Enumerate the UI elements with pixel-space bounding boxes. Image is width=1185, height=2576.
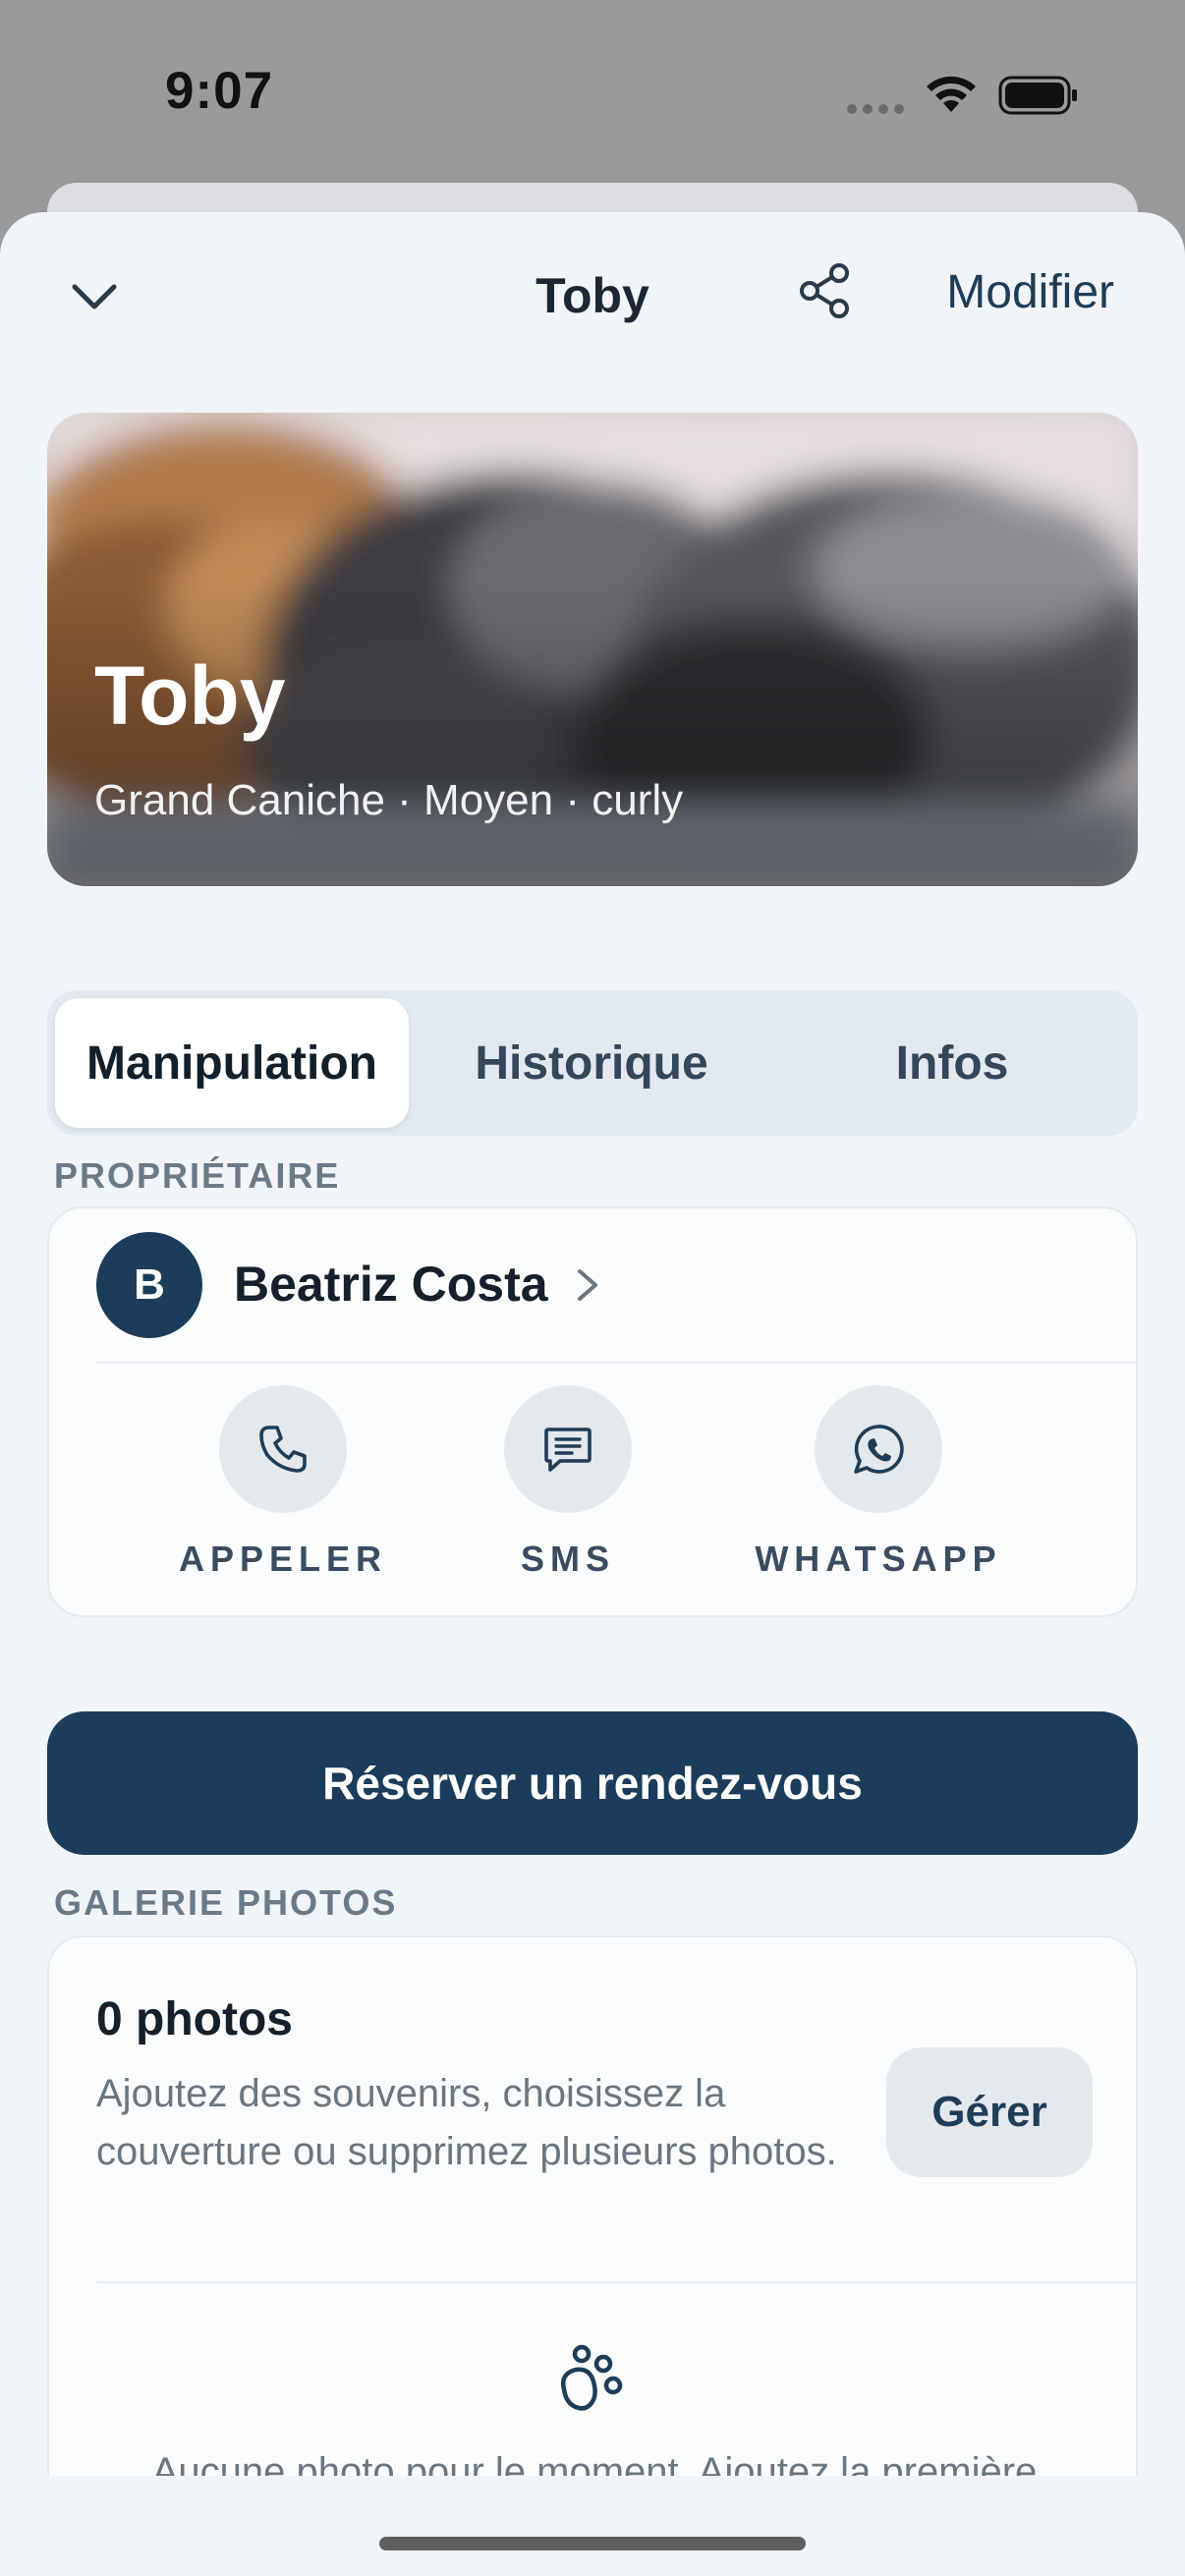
battery-icon <box>998 76 1077 115</box>
home-indicator[interactable] <box>379 2537 806 2550</box>
whatsapp-label: WHATSAPP <box>755 1539 1002 1579</box>
cellular-signal-icon <box>847 104 904 114</box>
segmented-tabs: Manipulation Historique Infos <box>47 990 1138 1136</box>
divider <box>96 2281 1136 2283</box>
photo-count: 0 photos <box>96 1993 293 2045</box>
call-button[interactable]: APPELER <box>155 1385 411 1582</box>
pet-detail-sheet: Toby Modifier Toby Grand Caniche · Moyen… <box>0 212 1185 2576</box>
chevron-right-icon <box>578 1269 597 1301</box>
tab-infos[interactable]: Infos <box>774 998 1130 1128</box>
tab-historique[interactable]: Historique <box>415 998 768 1128</box>
edit-button[interactable]: Modifier <box>946 265 1114 319</box>
gallery-description: Ajoutez des souvenirs, choisissez la cou… <box>96 2072 837 2173</box>
owner-section-label: PROPRIÉTAIRE <box>54 1155 341 1196</box>
avatar: B <box>96 1232 202 1338</box>
call-label: APPELER <box>178 1539 388 1579</box>
status-time: 9:07 <box>165 62 274 120</box>
divider <box>96 1362 1136 1364</box>
sms-label: SMS <box>520 1539 615 1579</box>
tab-manipulation[interactable]: Manipulation <box>55 998 409 1128</box>
pet-name: Toby <box>94 649 286 742</box>
book-appointment-button[interactable]: Réserver un rendez-vous <box>47 1711 1138 1855</box>
sms-button[interactable]: SMS <box>440 1385 696 1582</box>
wifi-icon <box>927 76 976 112</box>
gallery-section-label: GALERIE PHOTOS <box>54 1882 398 1923</box>
status-bar: 9:07 <box>0 0 1185 187</box>
paw-icon <box>561 2344 623 2411</box>
manage-photos-button[interactable]: Gérer <box>886 2047 1093 2177</box>
nav-bar: Toby Modifier <box>0 212 1185 369</box>
owner-row[interactable]: B Beatriz Costa <box>49 1208 1136 1362</box>
message-icon <box>544 1428 592 1472</box>
pet-breed-summary: Grand Caniche · Moyen · curly <box>94 776 684 824</box>
owner-name: Beatriz Costa <box>234 1257 548 1312</box>
owner-card: B Beatriz Costa APPELER SMS WHATSAPP <box>47 1206 1138 1617</box>
phone-icon <box>259 1426 307 1473</box>
whatsapp-button[interactable]: WHATSAPP <box>751 1385 1006 1582</box>
whatsapp-icon <box>854 1425 904 1474</box>
share-icon[interactable] <box>794 259 857 322</box>
